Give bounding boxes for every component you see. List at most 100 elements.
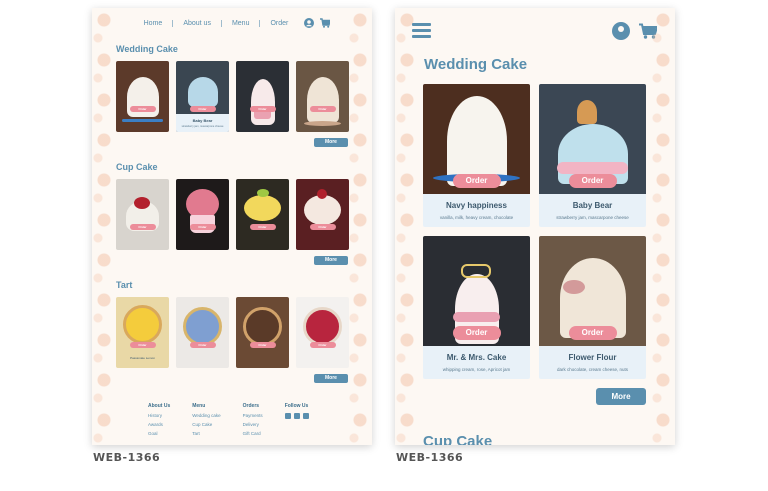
cart-icon[interactable] [639, 23, 657, 39]
footer-link[interactable]: Tart [192, 431, 220, 436]
lime-topping [257, 189, 269, 197]
order-button[interactable]: Order [129, 106, 156, 112]
order-button[interactable]: Order [568, 326, 617, 340]
nav-about-link[interactable]: About us [173, 19, 222, 27]
frame-label: WEB-1366 [93, 451, 161, 464]
wedding-cake-grid: Order Navy happiness vanilla, milk, heav… [423, 84, 646, 379]
product-card[interactable]: Order Navy happiness vanilla, milk, heav… [423, 84, 530, 227]
cake-photo [306, 77, 339, 123]
cart-icon[interactable] [320, 18, 331, 28]
user-icon[interactable] [304, 18, 315, 28]
product-card[interactable]: Order Baby Bear strawberry jam, mascarpo… [539, 84, 646, 227]
footer-about-title: About Us [148, 403, 171, 409]
footer-orders-col: Orders Payments Delivery Gift Card [243, 403, 263, 436]
order-button[interactable]: Order [309, 106, 336, 112]
order-button[interactable]: Order [189, 342, 216, 348]
product-card[interactable]: Order [296, 297, 349, 368]
order-button[interactable]: Order [189, 106, 216, 112]
card-name: Flower Flour [568, 353, 617, 362]
card-name: Passionate Lemon [130, 356, 155, 360]
cupcake-frosting [244, 195, 281, 221]
card-name: Navy happiness [446, 201, 507, 210]
section-title-cup-cake: Cup Cake [116, 162, 158, 172]
cake-photo [446, 96, 507, 186]
product-card[interactable]: Order [296, 179, 349, 250]
footer: About Us History Awards Goal Menu Weddin… [148, 403, 309, 436]
cake-stand [304, 121, 341, 126]
order-button[interactable]: Order [309, 342, 336, 348]
product-card[interactable]: Order [176, 297, 229, 368]
card-info [176, 114, 229, 132]
product-card[interactable]: Order Mr. & Mrs. Cake whipping cream, ro… [423, 236, 530, 379]
design-canvas: Home About us Menu Order Wedding Cake Or… [0, 0, 768, 491]
footer-link[interactable]: Payments [243, 413, 263, 418]
twitter-icon[interactable] [302, 413, 309, 419]
order-button[interactable]: Order [452, 174, 501, 188]
section-title-tart: Tart [116, 280, 133, 290]
order-button[interactable]: Order [309, 224, 336, 230]
footer-link[interactable]: Cup Cake [192, 422, 220, 427]
footer-about-col: About Us History Awards Goal [148, 403, 170, 436]
nav-menu-link[interactable]: Menu [222, 19, 261, 27]
frame-desktop: Home About us Menu Order Wedding Cake Or… [92, 8, 372, 445]
footer-link[interactable]: Awards [148, 422, 170, 427]
wedding-cake-row: Order Baby Bear strawberry jam, mascarpo… [116, 61, 349, 132]
facebook-icon[interactable] [284, 413, 291, 419]
card-desc: vanilla, milk, heavy cream, chocolate [439, 215, 514, 220]
card-desc: dark chocolate, cream cheese, nuts [556, 367, 629, 372]
product-card[interactable]: Order [236, 61, 289, 132]
order-button[interactable]: Order [129, 224, 156, 230]
product-card[interactable]: Order [176, 179, 229, 250]
order-button[interactable]: Order [568, 174, 617, 188]
card-name: Baby Bear [192, 118, 213, 123]
cake-photo [187, 77, 218, 107]
footer-link[interactable]: History [148, 413, 170, 418]
product-card[interactable]: Order Flower Flour dark chocolate, cream… [539, 236, 646, 379]
footer-link[interactable]: Wedding cake [192, 413, 220, 418]
order-button[interactable]: Order [189, 224, 216, 230]
topper-decoration [461, 264, 491, 278]
user-icon[interactable] [612, 22, 630, 40]
more-button-wedding[interactable]: More [314, 138, 348, 147]
instagram-icon[interactable] [293, 413, 300, 419]
cherry-topping [317, 189, 327, 199]
hamburger-menu-icon[interactable] [412, 23, 431, 38]
order-button[interactable]: Order [249, 106, 276, 112]
cake-decoration [453, 312, 500, 322]
card-name: Baby Bear [572, 201, 613, 210]
footer-link[interactable]: Goal [148, 431, 170, 436]
product-card[interactable]: Order [116, 61, 169, 132]
order-button[interactable]: Order [249, 224, 276, 230]
product-card[interactable]: Order [236, 179, 289, 250]
order-button[interactable]: Order [249, 342, 276, 348]
cake-decoration [557, 162, 628, 174]
social-links [284, 413, 309, 419]
order-button[interactable]: Order [129, 342, 156, 348]
flower-decoration [563, 280, 585, 294]
card-desc: whipping cream, rose, Apricot jam [442, 367, 511, 372]
card-desc: strawberry jam, mascarpone cheese [556, 215, 629, 220]
footer-menu-title: Menu [192, 403, 206, 409]
product-card[interactable]: Order [116, 179, 169, 250]
nav-home-link[interactable]: Home [134, 19, 174, 27]
section-title-wedding-cake: Wedding Cake [424, 56, 528, 73]
lemon-tart-photo [123, 305, 162, 344]
footer-link[interactable]: Delivery [243, 422, 263, 427]
cup-cake-row: Order Order Order Order [116, 179, 349, 250]
product-card[interactable]: Baby Bear strawberry jam, mascarpone che… [176, 61, 229, 132]
footer-link[interactable]: Gift Card [243, 431, 263, 436]
more-button-wedding[interactable]: More [596, 388, 646, 405]
product-card[interactable]: Order [236, 297, 289, 368]
product-card[interactable]: Order [296, 61, 349, 132]
frame-zoomed: Wedding Cake Order Navy happiness vanill… [395, 8, 675, 445]
more-button-tart[interactable]: More [314, 374, 348, 383]
more-button-cup-cake[interactable]: More [314, 256, 348, 265]
footer-menu-col: Menu Wedding cake Cup Cake Tart [192, 403, 220, 436]
nav-order-link[interactable]: Order [260, 20, 298, 27]
footer-follow-col: Follow Us [284, 403, 309, 436]
top-nav: Home About us Menu Order [92, 18, 372, 28]
order-button[interactable]: Order [452, 326, 501, 340]
card-desc: strawberry jam, mascarpone cheese [181, 125, 224, 128]
product-card[interactable]: Passionate Lemon Order [116, 297, 169, 368]
blueberry-tart-photo [183, 307, 222, 346]
